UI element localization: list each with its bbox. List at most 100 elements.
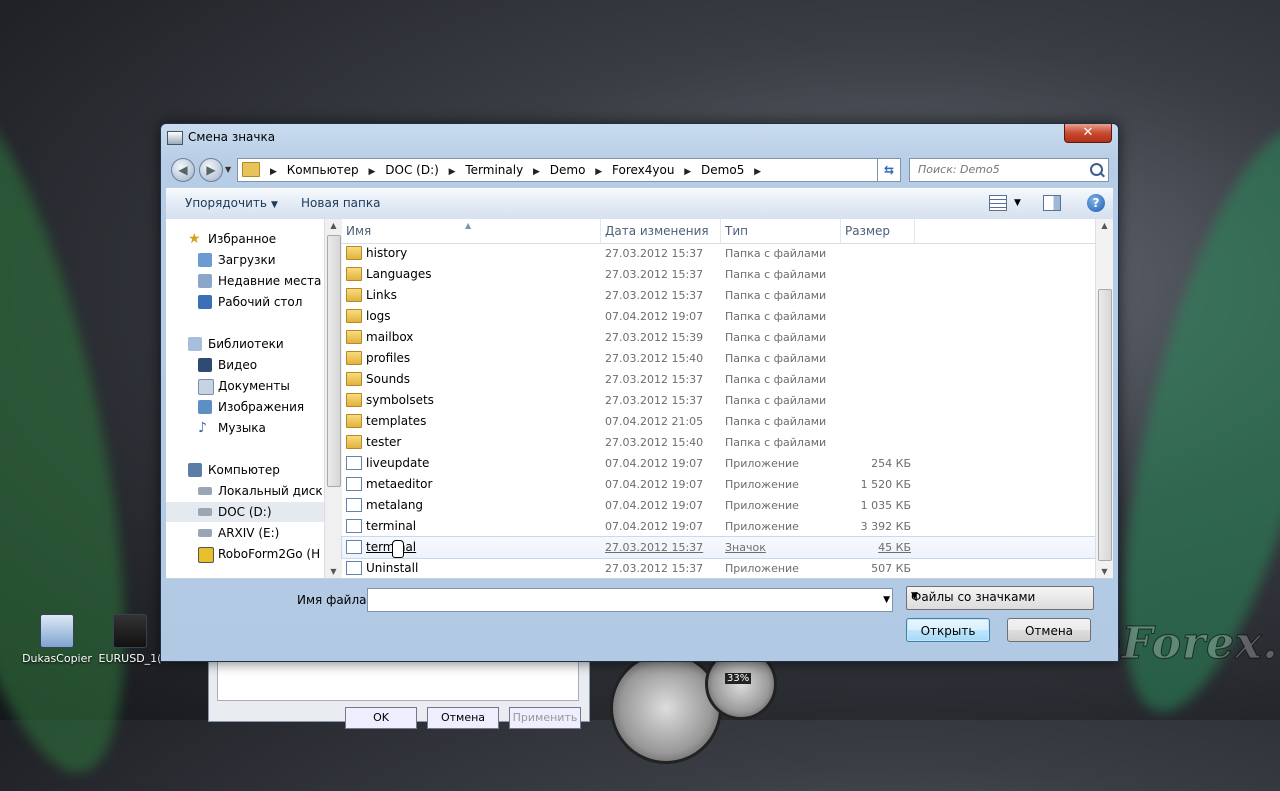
file-type-select[interactable]: Файлы со значками ▼	[906, 586, 1094, 610]
file-scrollbar[interactable]: ▲ ▼	[1095, 219, 1113, 578]
view-options-icon[interactable]	[989, 195, 1007, 211]
scroll-up-icon[interactable]: ▲	[1096, 221, 1113, 230]
nav-item-local-disk[interactable]: Локальный диск	[198, 481, 323, 501]
sort-ascending-icon: ▲	[465, 221, 472, 230]
nav-scroll-thumb[interactable]	[327, 235, 341, 487]
file-row[interactable]: logs 07.04.2012 19:07 Папка с файлами	[342, 306, 1096, 327]
nav-item-doc-drive[interactable]: DOC (D:)	[166, 502, 324, 522]
background-window-area	[217, 659, 579, 701]
back-button[interactable]: ◀	[171, 158, 195, 182]
cancel-button[interactable]: Отмена	[1007, 618, 1091, 642]
file-date: 07.04.2012 19:07	[605, 310, 704, 323]
breadcrumb-item[interactable]: Forex4you	[612, 159, 674, 181]
file-name: templates	[366, 414, 427, 428]
view-dropdown-icon[interactable]: ▼	[1014, 198, 1021, 208]
file-row[interactable]: symbolsets 27.03.2012 15:37 Папка с файлам…	[342, 390, 1096, 411]
forward-button[interactable]: ▶	[199, 158, 223, 182]
search-icon[interactable]	[1090, 163, 1103, 176]
nav-favorites[interactable]: ★ Избранное	[188, 229, 276, 249]
breadcrumb-item[interactable]: Demo	[550, 159, 586, 181]
nav-libraries[interactable]: Библиотеки	[188, 334, 284, 354]
bg-cancel-button[interactable]: Отмена	[427, 707, 499, 729]
breadcrumb-item[interactable]: Terminaly	[465, 159, 523, 181]
bg-apply-button[interactable]: Применить	[509, 707, 581, 729]
file-date: 27.03.2012 15:37	[605, 541, 704, 554]
breadcrumb-item[interactable]: Компьютер	[287, 159, 359, 181]
nav-item-arxiv-drive[interactable]: ARXIV (E:)	[198, 523, 279, 543]
breadcrumb-item[interactable]: Demo5	[701, 159, 744, 181]
file-row[interactable]: tester 27.03.2012 15:40 Папка с файлами	[342, 432, 1096, 453]
roboform-icon	[198, 547, 214, 563]
nav-computer[interactable]: Компьютер	[188, 460, 280, 480]
chevron-down-icon[interactable]: ▼	[883, 589, 890, 611]
breadcrumb-item[interactable]: DOC (D:)	[385, 159, 439, 181]
file-date: 27.03.2012 15:37	[605, 247, 704, 260]
folder-icon	[346, 393, 362, 407]
nav-item-pictures[interactable]: Изображения	[198, 397, 304, 417]
column-name[interactable]: Имя ▲	[342, 219, 601, 243]
application-icon	[346, 477, 362, 491]
change-icon-dialog: Смена значка ✕ ◀ ▶ ▼ ▶ Компьютер ▶ DOC (…	[160, 123, 1119, 662]
dialog-footer: Имя файла: ▼ Файлы со значками ▼ Открыть…	[161, 580, 1118, 660]
search-input[interactable]	[916, 162, 1085, 177]
address-bar[interactable]: ▶ Компьютер ▶ DOC (D:) ▶ Terminaly ▶ Dem…	[237, 158, 901, 182]
scroll-up-icon[interactable]: ▲	[325, 221, 342, 230]
file-size	[845, 306, 911, 327]
column-type[interactable]: Тип	[721, 219, 841, 243]
recent-pages-chevron-icon[interactable]: ▼	[225, 165, 231, 174]
search-box[interactable]	[909, 158, 1109, 182]
file-row[interactable]: terminal 07.04.2012 19:07 Приложение 3 392 …	[342, 516, 1096, 537]
file-scroll-thumb[interactable]	[1098, 289, 1112, 561]
new-folder-button[interactable]: Новая папка	[301, 196, 380, 210]
bg-ok-button[interactable]: OK	[345, 707, 417, 729]
nav-label: Видео	[218, 358, 258, 372]
file-type: Папка с файлами	[725, 331, 827, 344]
file-row[interactable]: metaeditor 07.04.2012 19:07 Приложение 1 52…	[342, 474, 1096, 495]
nav-item-documents[interactable]: Документы	[198, 376, 290, 396]
filename-input[interactable]	[372, 591, 866, 607]
file-row[interactable]: liveupdate 07.04.2012 19:07 Приложение 254 …	[342, 453, 1096, 474]
file-row[interactable]: history 27.03.2012 15:37 Папка с файлами	[342, 243, 1096, 264]
filename-label: Имя файла:	[297, 593, 371, 607]
filename-combobox[interactable]: ▼	[367, 588, 893, 612]
file-size	[845, 390, 911, 411]
file-type: Приложение	[725, 478, 799, 491]
file-row[interactable]: Languages 27.03.2012 15:37 Папка с файлами	[342, 264, 1096, 285]
command-bar: Упорядочить ▼ Новая папка ▼ ?	[166, 188, 1113, 220]
column-size[interactable]: Размер	[841, 219, 915, 243]
file-row[interactable]: profiles 27.03.2012 15:40 Папка с файлами	[342, 348, 1096, 369]
nav-label: Библиотеки	[208, 337, 284, 351]
drive-icon	[198, 487, 212, 495]
refresh-button[interactable]: ⇆	[877, 158, 901, 182]
file-type: Приложение	[725, 457, 799, 470]
preview-pane-icon[interactable]	[1043, 195, 1061, 211]
file-name: Sounds	[366, 372, 411, 386]
file-name: Languages	[366, 267, 432, 281]
music-icon: ♪	[198, 420, 207, 436]
file-row[interactable]: terminal 27.03.2012 15:37 Значок 45 КБ	[341, 536, 1097, 559]
folder-icon	[346, 435, 362, 449]
help-icon[interactable]: ?	[1087, 194, 1105, 212]
close-button[interactable]: ✕	[1064, 124, 1112, 143]
nav-item-video[interactable]: Видео	[198, 355, 257, 375]
folder-icon	[346, 414, 362, 428]
file-row[interactable]: Links 27.03.2012 15:37 Папка с файлами	[342, 285, 1096, 306]
scroll-down-icon[interactable]: ▼	[1096, 567, 1113, 576]
file-row[interactable]: Uninstall 27.03.2012 15:37 Приложение 507 К…	[342, 558, 1096, 579]
nav-item-desktop[interactable]: Рабочий стол	[198, 292, 302, 312]
organize-button[interactable]: Упорядочить ▼	[185, 196, 278, 210]
nav-item-downloads[interactable]: Загрузки	[198, 250, 276, 270]
gadget-gauge	[610, 652, 722, 764]
nav-scrollbar[interactable]: ▲ ▼	[324, 219, 342, 578]
nav-item-recent[interactable]: Недавние места	[198, 271, 321, 291]
nav-item-roboform[interactable]: RoboForm2Go (H	[198, 544, 320, 564]
scroll-down-icon[interactable]: ▼	[325, 567, 342, 576]
file-row[interactable]: Sounds 27.03.2012 15:37 Папка с файлами	[342, 369, 1096, 390]
file-row[interactable]: mailbox 27.03.2012 15:39 Папка с файлами	[342, 327, 1096, 348]
open-button[interactable]: Открыть	[906, 618, 990, 642]
column-date[interactable]: Дата изменения	[601, 219, 721, 243]
nav-item-music[interactable]: ♪ Музыка	[198, 418, 266, 438]
file-row[interactable]: templates 07.04.2012 21:05 Папка с файлами	[342, 411, 1096, 432]
file-name: liveupdate	[366, 456, 430, 470]
file-row[interactable]: metalang 07.04.2012 19:07 Приложение 1 035 …	[342, 495, 1096, 516]
